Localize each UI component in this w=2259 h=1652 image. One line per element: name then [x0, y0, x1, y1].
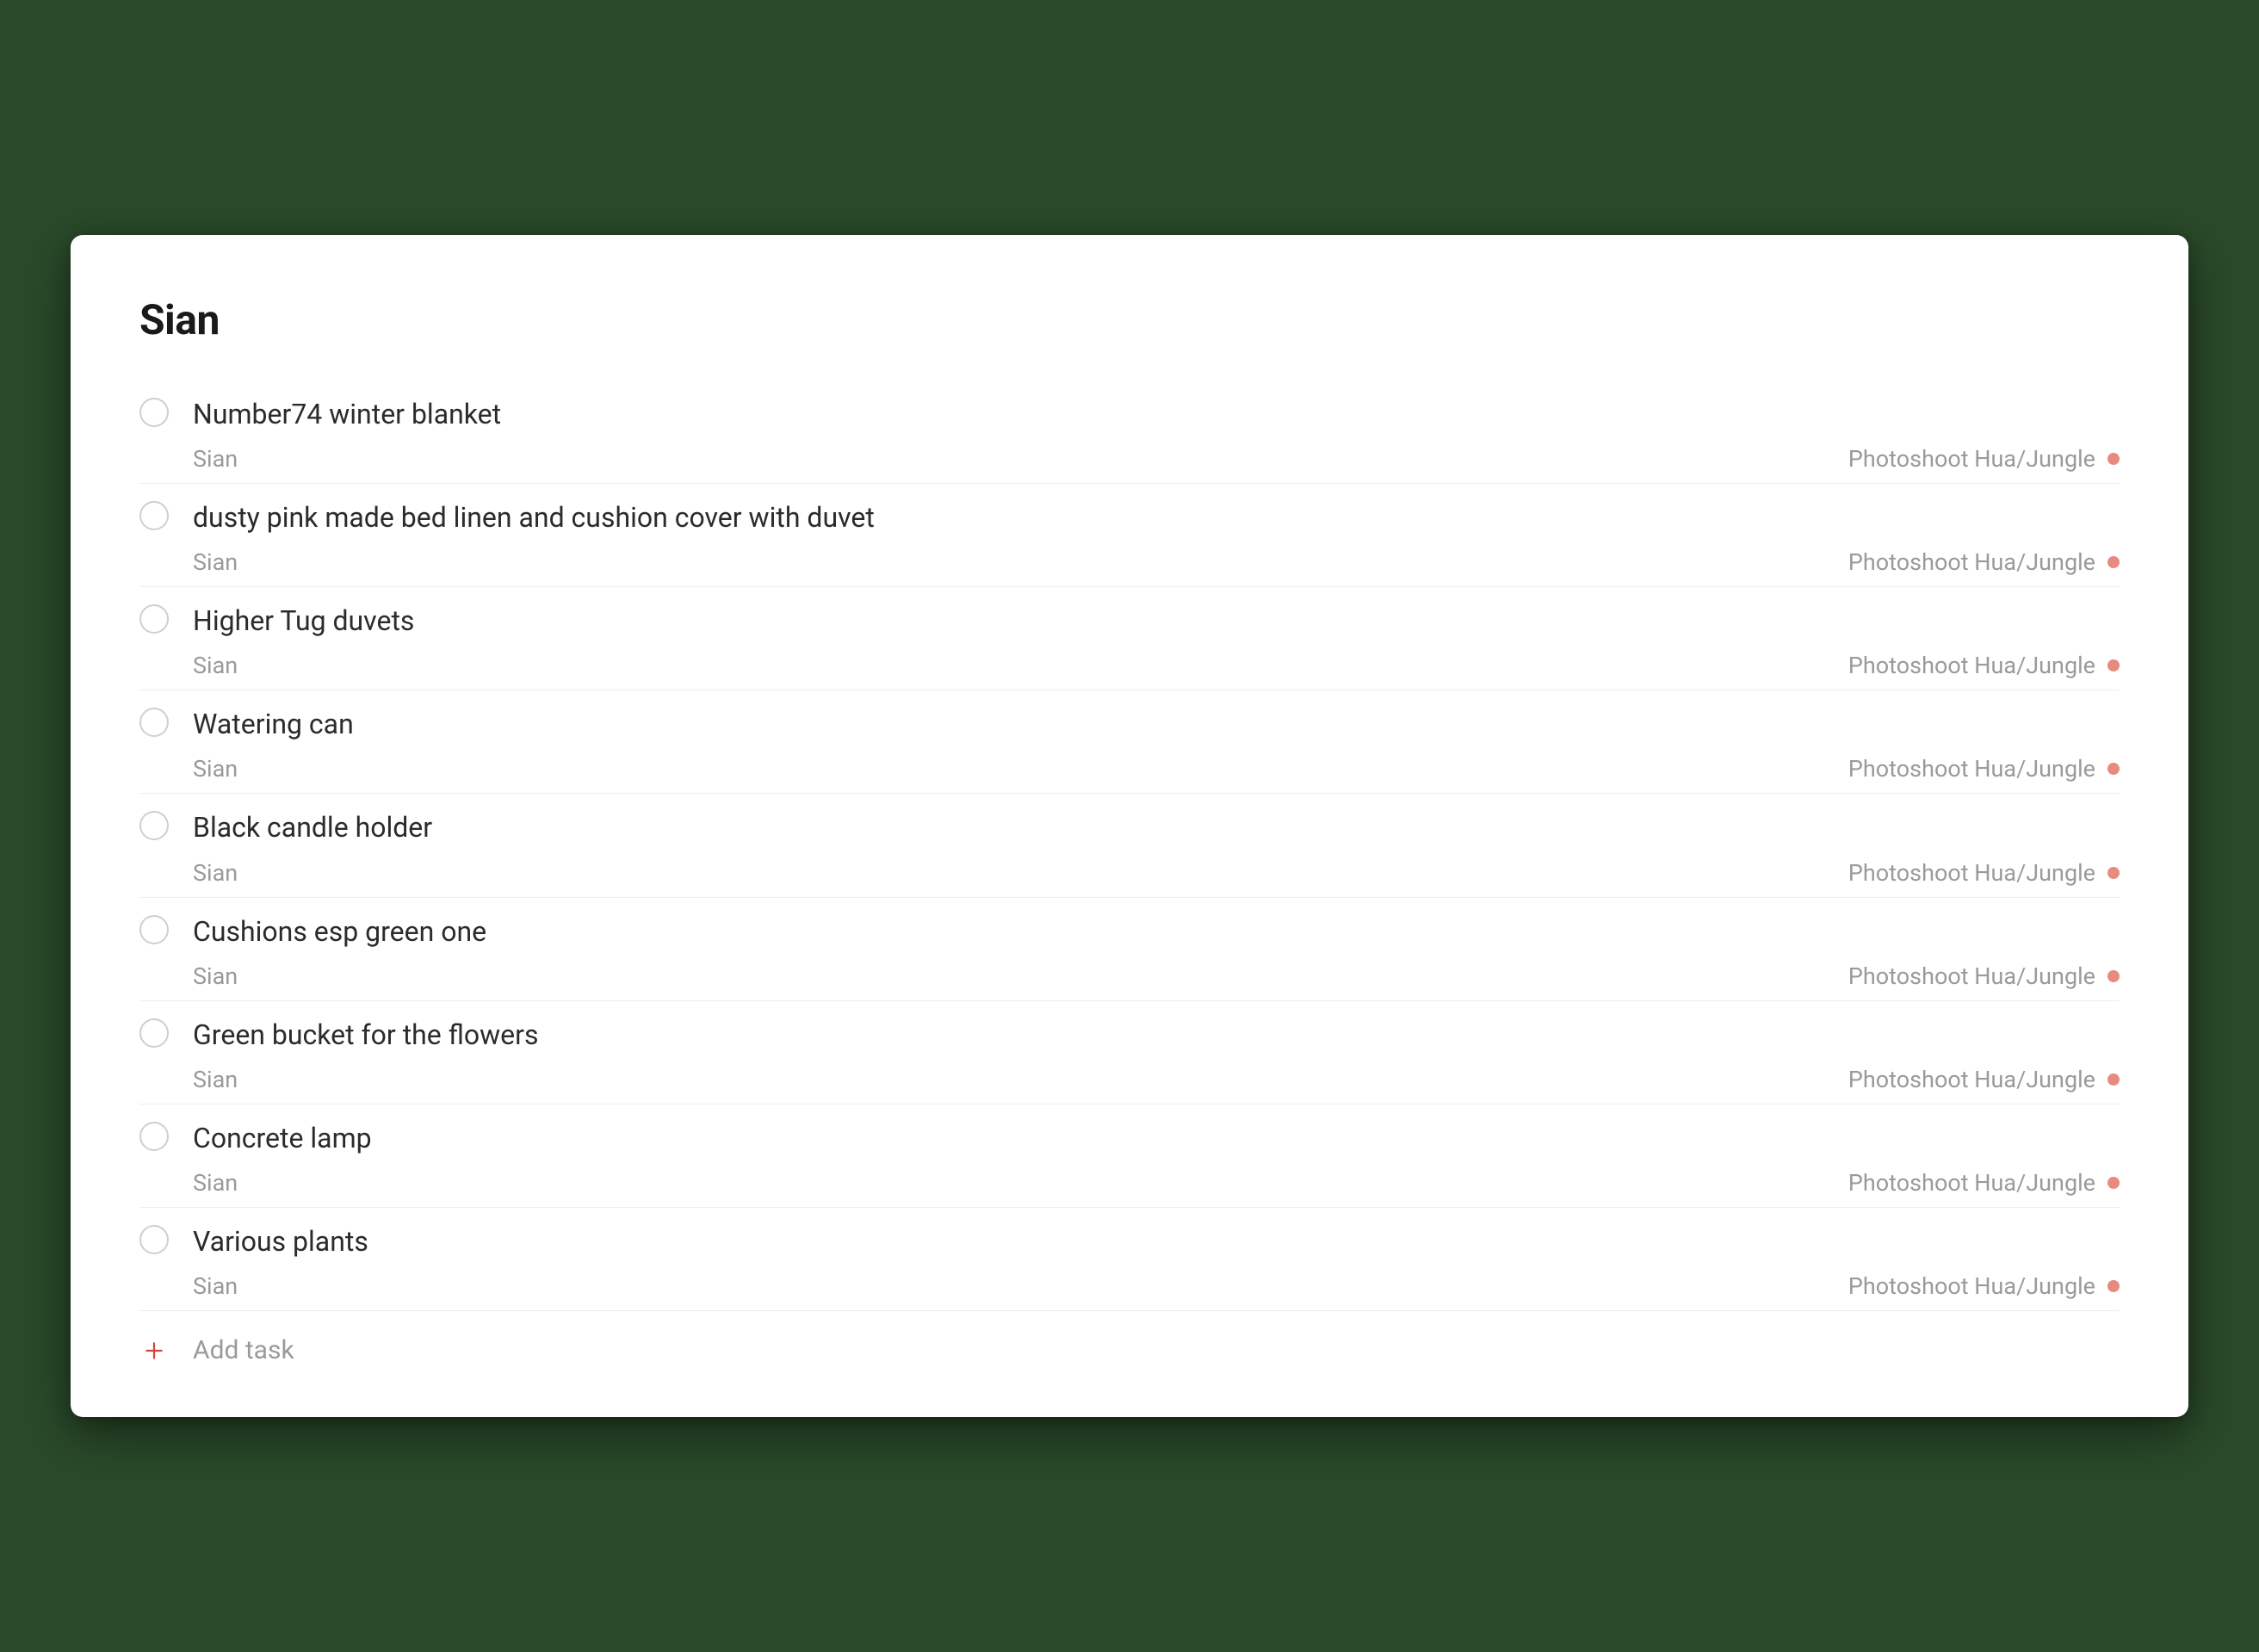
task-body: Various plants Sian Photoshoot Hua/Jungle: [193, 1223, 2120, 1300]
task-item[interactable]: Cushions esp green one Sian Photoshoot Hua…: [139, 898, 2120, 1001]
task-project[interactable]: Photoshoot Hua/Jungle: [1848, 652, 2120, 679]
task-meta-row: Sian Photoshoot Hua/Jungle: [193, 859, 2120, 887]
task-title: Green bucket for the flowers: [193, 1017, 2120, 1054]
task-body: Cushions esp green one Sian Photoshoot Hua…: [193, 913, 2120, 990]
task-project-label: Photoshoot Hua/Jungle: [1848, 962, 2095, 990]
task-project[interactable]: Photoshoot Hua/Jungle: [1848, 962, 2120, 990]
task-body: Number74 winter blanket Sian Photoshoot Hu…: [193, 396, 2120, 473]
task-project-label: Photoshoot Hua/Jungle: [1848, 445, 2095, 473]
task-item[interactable]: Concrete lamp Sian Photoshoot Hua/Jungle: [139, 1104, 2120, 1208]
task-project[interactable]: Photoshoot Hua/Jungle: [1848, 548, 2120, 576]
project-color-dot-icon: [2107, 453, 2120, 465]
add-task-label: Add task: [193, 1335, 294, 1365]
task-project-label: Photoshoot Hua/Jungle: [1848, 652, 2095, 679]
add-task-button[interactable]: Add task: [139, 1311, 2120, 1365]
task-item[interactable]: Watering can Sian Photoshoot Hua/Jungle: [139, 690, 2120, 794]
task-meta-row: Sian Photoshoot Hua/Jungle: [193, 755, 2120, 783]
task-meta-row: Sian Photoshoot Hua/Jungle: [193, 962, 2120, 990]
project-color-dot-icon: [2107, 1280, 2120, 1292]
task-checkbox[interactable]: [139, 398, 169, 427]
task-label[interactable]: Sian: [193, 652, 238, 679]
task-checkbox[interactable]: [139, 604, 169, 634]
task-title: Concrete lamp: [193, 1120, 2120, 1157]
task-project[interactable]: Photoshoot Hua/Jungle: [1848, 755, 2120, 783]
task-item[interactable]: Higher Tug duvets Sian Photoshoot Hua/Jung…: [139, 587, 2120, 690]
task-item[interactable]: Black candle holder Sian Photoshoot Hua/Ju…: [139, 794, 2120, 897]
task-item[interactable]: Various plants Sian Photoshoot Hua/Jungle: [139, 1208, 2120, 1311]
task-checkbox[interactable]: [139, 501, 169, 530]
project-color-dot-icon: [2107, 556, 2120, 568]
task-checkbox[interactable]: [139, 708, 169, 737]
task-label[interactable]: Sian: [193, 1169, 238, 1197]
task-title: dusty pink made bed linen and cushion co…: [193, 499, 2120, 536]
task-title: Black candle holder: [193, 809, 2120, 846]
task-meta-row: Sian Photoshoot Hua/Jungle: [193, 652, 2120, 679]
task-meta-row: Sian Photoshoot Hua/Jungle: [193, 1169, 2120, 1197]
task-checkbox[interactable]: [139, 1225, 169, 1254]
task-title: Watering can: [193, 706, 2120, 743]
task-project[interactable]: Photoshoot Hua/Jungle: [1848, 1169, 2120, 1197]
task-title: Cushions esp green one: [193, 913, 2120, 950]
task-body: Green bucket for the flowers Sian Photosho…: [193, 1017, 2120, 1093]
task-label[interactable]: Sian: [193, 445, 238, 473]
task-meta-row: Sian Photoshoot Hua/Jungle: [193, 1066, 2120, 1093]
task-label[interactable]: Sian: [193, 1272, 238, 1300]
task-item[interactable]: Number74 winter blanket Sian Photoshoot Hu…: [139, 381, 2120, 484]
task-body: dusty pink made bed linen and cushion co…: [193, 499, 2120, 576]
task-title: Higher Tug duvets: [193, 603, 2120, 640]
task-list: Number74 winter blanket Sian Photoshoot Hu…: [139, 381, 2120, 1312]
task-project-label: Photoshoot Hua/Jungle: [1848, 1066, 2095, 1093]
task-project[interactable]: Photoshoot Hua/Jungle: [1848, 859, 2120, 887]
task-meta-row: Sian Photoshoot Hua/Jungle: [193, 1272, 2120, 1300]
task-body: Higher Tug duvets Sian Photoshoot Hua/Jung…: [193, 603, 2120, 679]
task-label[interactable]: Sian: [193, 548, 238, 576]
task-project[interactable]: Photoshoot Hua/Jungle: [1848, 1272, 2120, 1300]
task-checkbox[interactable]: [139, 811, 169, 840]
plus-icon: [139, 1336, 169, 1365]
project-color-dot-icon: [2107, 1073, 2120, 1086]
task-label[interactable]: Sian: [193, 755, 238, 783]
task-title: Various plants: [193, 1223, 2120, 1260]
project-color-dot-icon: [2107, 970, 2120, 982]
project-color-dot-icon: [2107, 867, 2120, 879]
task-title: Number74 winter blanket: [193, 396, 2120, 433]
task-project[interactable]: Photoshoot Hua/Jungle: [1848, 445, 2120, 473]
task-meta-row: Sian Photoshoot Hua/Jungle: [193, 445, 2120, 473]
project-color-dot-icon: [2107, 659, 2120, 671]
task-project-label: Photoshoot Hua/Jungle: [1848, 548, 2095, 576]
task-project-label: Photoshoot Hua/Jungle: [1848, 755, 2095, 783]
task-checkbox[interactable]: [139, 1018, 169, 1048]
page-title: Sian: [139, 295, 2120, 344]
task-checkbox[interactable]: [139, 915, 169, 944]
task-body: Watering can Sian Photoshoot Hua/Jungle: [193, 706, 2120, 783]
task-body: Concrete lamp Sian Photoshoot Hua/Jungle: [193, 1120, 2120, 1197]
project-color-dot-icon: [2107, 763, 2120, 775]
task-meta-row: Sian Photoshoot Hua/Jungle: [193, 548, 2120, 576]
task-project-label: Photoshoot Hua/Jungle: [1848, 1169, 2095, 1197]
task-body: Black candle holder Sian Photoshoot Hua/Ju…: [193, 809, 2120, 886]
task-label[interactable]: Sian: [193, 962, 238, 990]
project-color-dot-icon: [2107, 1177, 2120, 1189]
task-project-label: Photoshoot Hua/Jungle: [1848, 1272, 2095, 1300]
task-label[interactable]: Sian: [193, 859, 238, 887]
task-project[interactable]: Photoshoot Hua/Jungle: [1848, 1066, 2120, 1093]
task-project-label: Photoshoot Hua/Jungle: [1848, 859, 2095, 887]
task-list-card: Sian Number74 winter blanket Sian Photosho…: [71, 235, 2188, 1418]
task-item[interactable]: Green bucket for the flowers Sian Photosho…: [139, 1001, 2120, 1104]
task-label[interactable]: Sian: [193, 1066, 238, 1093]
task-checkbox[interactable]: [139, 1122, 169, 1151]
task-item[interactable]: dusty pink made bed linen and cushion co…: [139, 484, 2120, 587]
